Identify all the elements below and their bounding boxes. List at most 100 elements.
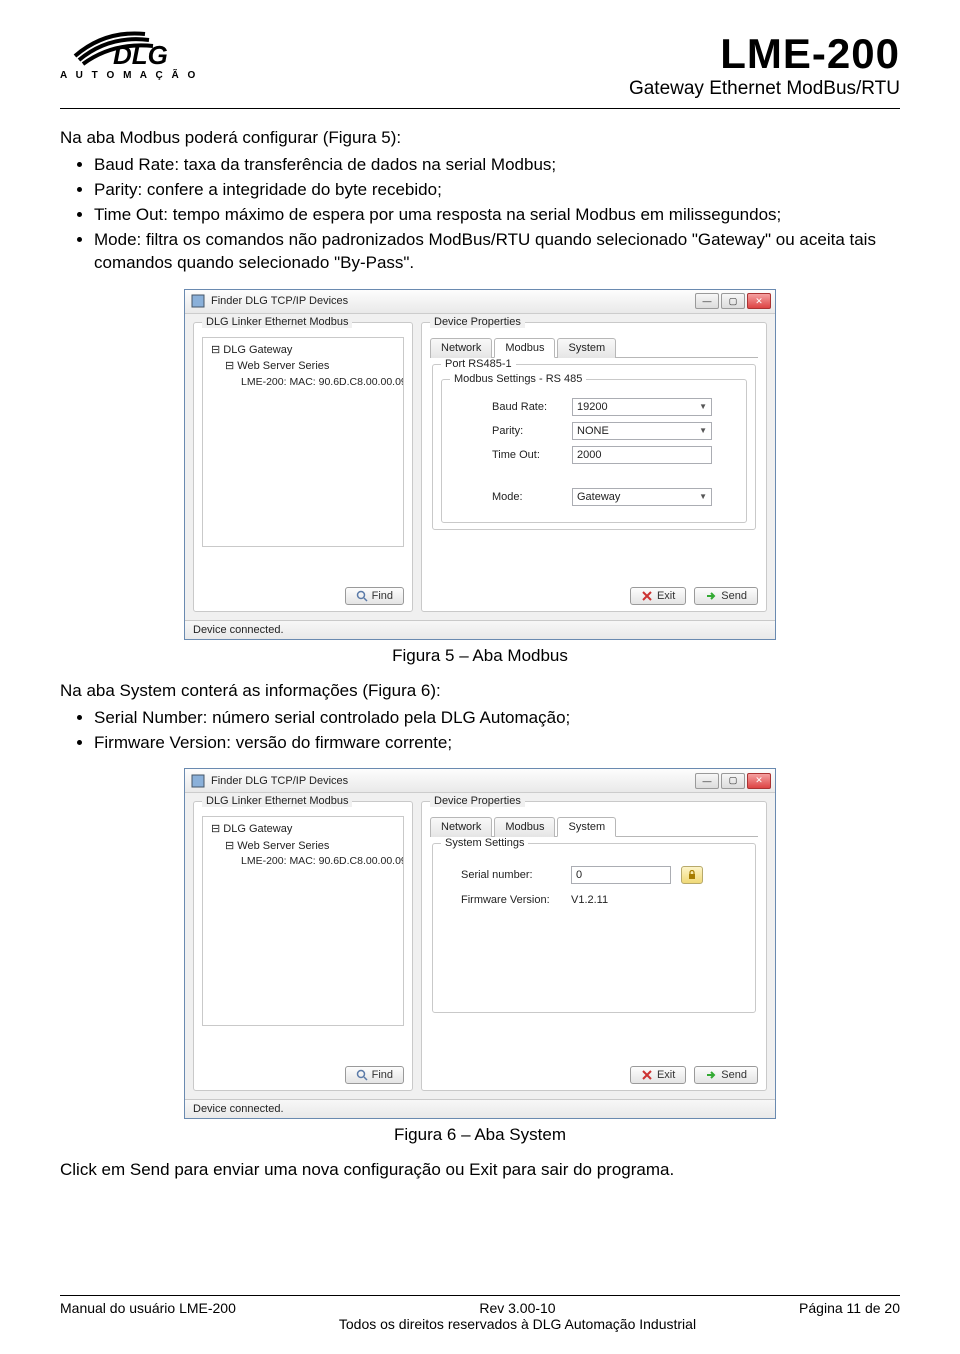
logo: DLG A U T O M A Ç Ã O (60, 30, 198, 81)
product-subtitle: Gateway Ethernet ModBus/RTU (629, 78, 900, 100)
close-icon (641, 590, 653, 602)
left-panel: DLG Linker Ethernet Modbus ⊟ DLG Gateway… (193, 801, 413, 1091)
tab-modbus[interactable]: Modbus (494, 338, 555, 358)
minimize-button[interactable]: — (695, 773, 719, 789)
parity-select[interactable]: NONE▼ (572, 422, 712, 440)
window-titlebar[interactable]: Finder DLG TCP/IP Devices — ▢ ✕ (185, 769, 775, 793)
paragraph-2: Na aba System conterá as informações (Fi… (60, 680, 900, 703)
firmware-version-label: Firmware Version: (461, 894, 561, 906)
baud-rate-label: Baud Rate: (492, 401, 562, 413)
status-bar: Device connected. (185, 1099, 775, 1118)
system-group-title: System Settings (441, 837, 528, 849)
chevron-down-icon: ▼ (699, 402, 707, 411)
baud-rate-select[interactable]: 19200▼ (572, 398, 712, 416)
finder-window-system: Finder DLG TCP/IP Devices — ▢ ✕ DLG Link… (184, 768, 776, 1119)
tab-modbus[interactable]: Modbus (494, 817, 555, 837)
timeout-label: Time Out: (492, 449, 562, 461)
close-button[interactable]: ✕ (747, 773, 771, 789)
paragraph-1: Na aba Modbus poderá configurar (Figura … (60, 127, 900, 150)
find-button[interactable]: Find (345, 1066, 404, 1084)
bullet-text: confere a integridade do byte recebido; (147, 180, 442, 199)
device-tree[interactable]: ⊟ DLG Gateway ⊟ Web Server Series LME-20… (202, 816, 404, 1026)
tabs: Network Modbus System (430, 337, 758, 358)
port-group: Port RS485-1 Modbus Settings - RS 485 Ba… (432, 364, 756, 530)
bullet-label: Baud Rate: (94, 155, 179, 174)
right-panel: Device Properties Network Modbus System … (421, 801, 767, 1091)
right-panel: Device Properties Network Modbus System … (421, 322, 767, 612)
chevron-down-icon: ▼ (699, 426, 707, 435)
title-block: LME-200 Gateway Ethernet ModBus/RTU (629, 30, 900, 100)
figure-6-caption: Figura 6 – Aba System (60, 1125, 900, 1145)
right-panel-title: Device Properties (430, 795, 525, 807)
device-tree[interactable]: ⊟ DLG Gateway ⊟ Web Server Series LME-20… (202, 337, 404, 547)
port-group-title: Port RS485-1 (441, 358, 516, 370)
serial-number-input[interactable]: 0 (571, 866, 671, 884)
tree-node[interactable]: ⊟ DLG Gateway (207, 821, 399, 838)
send-button[interactable]: Send (694, 1066, 758, 1084)
serial-number-label: Serial number: (461, 869, 561, 881)
footer-rev: Rev 3.00-10 (236, 1300, 799, 1316)
mode-label: Mode: (492, 491, 562, 503)
lock-icon (687, 870, 697, 880)
bullet-text: versão do firmware corrente; (236, 733, 452, 752)
exit-button[interactable]: Exit (630, 1066, 686, 1084)
app-icon (191, 294, 205, 308)
app-icon (191, 774, 205, 788)
left-panel-title: DLG Linker Ethernet Modbus (202, 316, 352, 328)
bullet-label: Parity: (94, 180, 142, 199)
paragraph-3: Click em Send para enviar uma nova confi… (60, 1159, 900, 1182)
right-panel-title: Device Properties (430, 316, 525, 328)
figure-5-caption: Figura 5 – Aba Modbus (60, 646, 900, 666)
mode-select[interactable]: Gateway▼ (572, 488, 712, 506)
minimize-button[interactable]: — (695, 293, 719, 309)
footer-left: Manual do usuário LME-200 (60, 1300, 236, 1332)
bullet-text: taxa da transferência de dados na serial… (184, 155, 556, 174)
bullet-label: Firmware Version: (94, 733, 231, 752)
window-title: Finder DLG TCP/IP Devices (211, 775, 348, 787)
logo-subtitle: A U T O M A Ç Ã O (60, 70, 198, 81)
tree-node[interactable]: ⊟ Web Server Series (207, 358, 399, 375)
window-titlebar[interactable]: Finder DLG TCP/IP Devices — ▢ ✕ (185, 290, 775, 314)
exit-button[interactable]: Exit (630, 587, 686, 605)
tree-node[interactable]: LME-200: MAC: 90.6D.C8.00.00.09 (207, 375, 399, 391)
footer-copyright: Todos os direitos reservados à DLG Autom… (236, 1316, 799, 1332)
maximize-button[interactable]: ▢ (721, 773, 745, 789)
search-icon (356, 590, 368, 602)
timeout-input[interactable]: 2000 (572, 446, 712, 464)
system-settings-group: System Settings Serial number: 0 Firmwar… (432, 843, 756, 1013)
lock-button[interactable] (681, 866, 703, 884)
tab-network[interactable]: Network (430, 338, 492, 358)
tab-system[interactable]: System (557, 817, 616, 837)
svg-text:DLG: DLG (113, 40, 168, 68)
tree-node[interactable]: LME-200: MAC: 90.6D.C8.00.00.09 (207, 854, 399, 870)
product-title: LME-200 (629, 30, 900, 78)
parity-label: Parity: (492, 425, 562, 437)
tab-system[interactable]: System (557, 338, 616, 358)
page-header: DLG A U T O M A Ç Ã O LME-200 Gateway Et… (60, 30, 900, 109)
modbus-settings-group: Modbus Settings - RS 485 Baud Rate: 1920… (441, 379, 747, 523)
chevron-down-icon: ▼ (699, 492, 707, 501)
bullet-list-1: Baud Rate: taxa da transferência de dado… (94, 154, 900, 275)
bullet-text: filtra os comandos não padronizados ModB… (94, 230, 876, 272)
maximize-button[interactable]: ▢ (721, 293, 745, 309)
search-icon (356, 1069, 368, 1081)
bullet-text: número serial controlado pela DLG Automa… (212, 708, 570, 727)
footer-page: Página 11 de 20 (799, 1300, 900, 1332)
bullet-label: Serial Number: (94, 708, 207, 727)
find-button[interactable]: Find (345, 587, 404, 605)
tree-node[interactable]: ⊟ DLG Gateway (207, 342, 399, 359)
tabs: Network Modbus System (430, 816, 758, 837)
send-button[interactable]: Send (694, 587, 758, 605)
bullet-list-2: Serial Number: número serial controlado … (94, 707, 900, 755)
bullet-label: Time Out: (94, 205, 168, 224)
left-panel-title: DLG Linker Ethernet Modbus (202, 795, 352, 807)
left-panel: DLG Linker Ethernet Modbus ⊟ DLG Gateway… (193, 322, 413, 612)
finder-window-modbus: Finder DLG TCP/IP Devices — ▢ ✕ DLG Link… (184, 289, 776, 640)
tab-network[interactable]: Network (430, 817, 492, 837)
arrow-right-icon (705, 590, 717, 602)
arrow-right-icon (705, 1069, 717, 1081)
page-footer: Manual do usuário LME-200 Rev 3.00-10 To… (60, 1295, 900, 1332)
tree-node[interactable]: ⊟ Web Server Series (207, 838, 399, 855)
close-button[interactable]: ✕ (747, 293, 771, 309)
close-icon (641, 1069, 653, 1081)
